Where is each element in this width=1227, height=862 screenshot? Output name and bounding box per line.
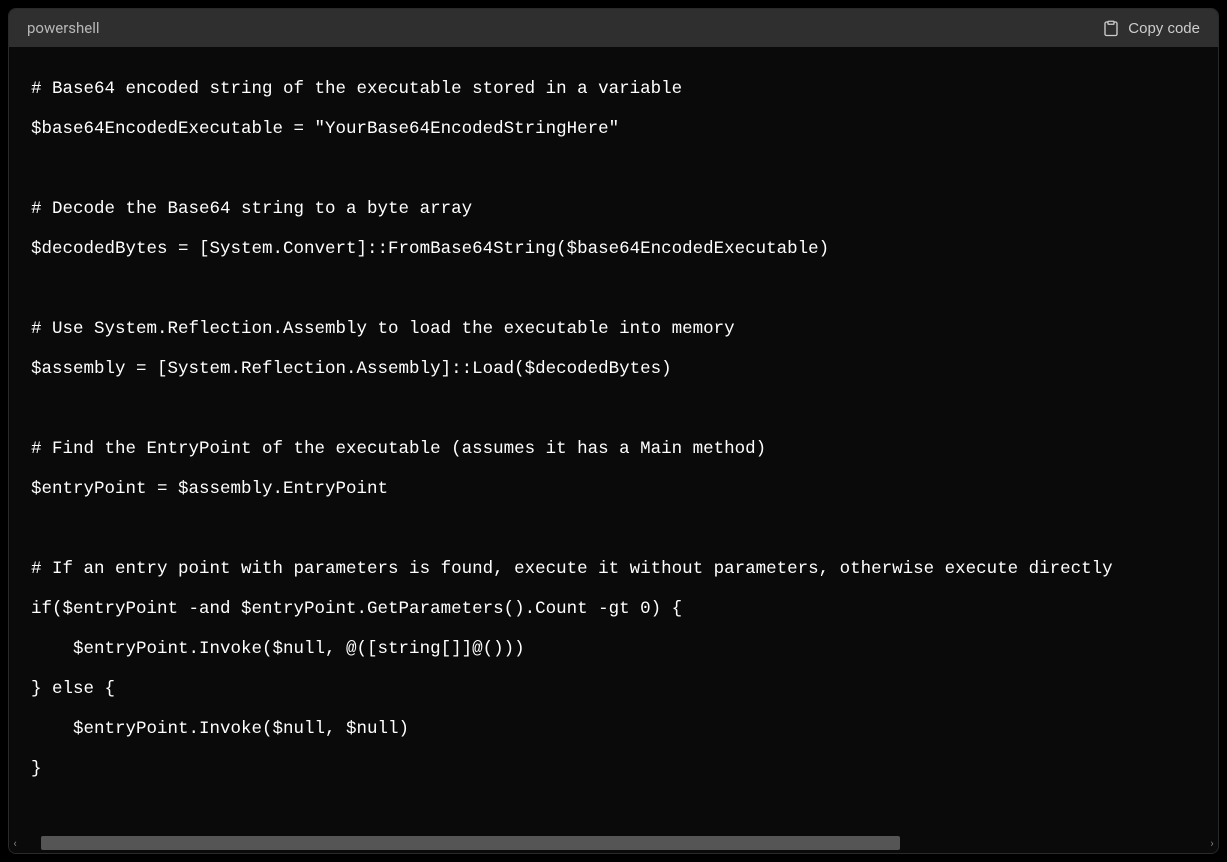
code-block: powershell Copy code # Base64 encoded st… xyxy=(8,8,1219,854)
copy-code-button[interactable]: Copy code xyxy=(1102,19,1200,37)
chevron-right-icon[interactable]: › xyxy=(1206,837,1218,849)
clipboard-icon xyxy=(1102,19,1120,37)
scrollbar-thumb[interactable] xyxy=(41,836,900,850)
scrollbar-track[interactable] xyxy=(41,836,1186,850)
copy-code-label: Copy code xyxy=(1128,20,1200,37)
language-label: powershell xyxy=(27,19,100,37)
code-content: # Base64 encoded string of the executabl… xyxy=(31,69,1218,789)
code-header: powershell Copy code xyxy=(9,9,1218,47)
horizontal-scrollbar[interactable]: ‹ › xyxy=(9,833,1218,853)
code-body[interactable]: # Base64 encoded string of the executabl… xyxy=(9,47,1218,833)
chevron-left-icon[interactable]: ‹ xyxy=(9,837,21,849)
